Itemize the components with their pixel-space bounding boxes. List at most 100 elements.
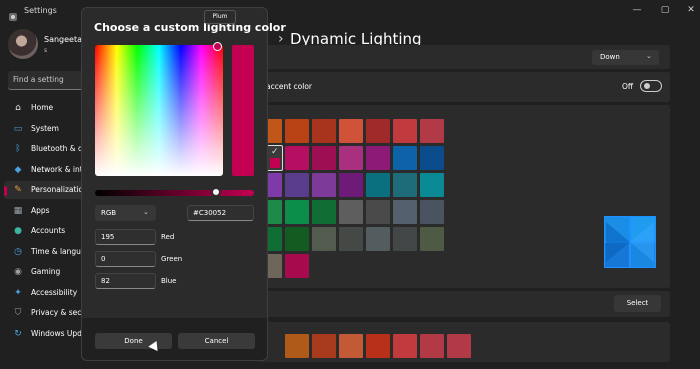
sidebar-item-label: Accounts xyxy=(31,226,66,235)
search-placeholder: Find a setting xyxy=(13,75,64,84)
sidebar-item-system[interactable]: ▭ System xyxy=(4,120,84,138)
cancel-button-label: Cancel xyxy=(204,337,229,345)
green-value: 0 xyxy=(101,255,106,263)
monitor-icon: ▭ xyxy=(13,123,23,134)
brush-icon: ✎ xyxy=(14,185,22,195)
sidebar-item-home[interactable]: ⌂ Home xyxy=(4,99,84,117)
sidebar-item-label: System xyxy=(31,123,59,133)
spectrum-thumb[interactable] xyxy=(213,42,222,51)
color-swatch[interactable] xyxy=(393,173,417,197)
color-swatch[interactable] xyxy=(312,119,336,143)
color-swatch[interactable] xyxy=(393,200,417,224)
color-swatch[interactable] xyxy=(339,119,363,143)
toggle-knob xyxy=(644,83,650,89)
value-slider-thumb[interactable] xyxy=(210,187,221,197)
blue-input[interactable]: 82 xyxy=(95,273,156,289)
sidebar-item-personalization[interactable]: ✎ Personalization xyxy=(4,181,88,199)
person-icon: ● xyxy=(14,226,22,236)
color-swatch[interactable] xyxy=(420,173,444,197)
color-swatch[interactable] xyxy=(312,146,336,170)
color-swatch[interactable] xyxy=(339,200,363,224)
red-label: Red xyxy=(161,233,175,241)
color-swatch[interactable] xyxy=(420,146,444,170)
sidebar-item-label: Accessibility xyxy=(31,287,78,297)
color-swatch[interactable] xyxy=(339,334,363,358)
sidebar-item-apps[interactable]: ▦ Apps xyxy=(4,202,84,220)
color-preview xyxy=(232,45,254,176)
toggle-state-label: Off xyxy=(622,82,634,91)
color-swatch[interactable] xyxy=(312,173,336,197)
color-mode-select[interactable]: RGB ⌄ xyxy=(95,205,156,221)
color-swatch[interactable] xyxy=(366,227,390,251)
shield-icon: ⛉ xyxy=(14,308,22,318)
color-swatch[interactable] xyxy=(393,119,417,143)
bluetooth-icon: ᛒ xyxy=(15,144,21,154)
avatar[interactable] xyxy=(8,29,38,59)
color-swatch[interactable] xyxy=(339,227,363,251)
red-input[interactable]: 195 xyxy=(95,229,156,245)
color-swatch[interactable] xyxy=(393,146,417,170)
color-spectrum[interactable] xyxy=(95,42,223,176)
sidebar-item-accounts[interactable]: ● Accounts xyxy=(4,222,84,240)
color-swatch[interactable] xyxy=(285,227,309,251)
value-slider[interactable] xyxy=(95,187,254,197)
app-title: Settings xyxy=(24,6,57,15)
color-swatch[interactable] xyxy=(312,334,336,358)
color-swatch[interactable] xyxy=(312,227,336,251)
accent-color-label: accent color xyxy=(266,82,313,91)
sidebar-item-label: Gaming xyxy=(31,267,61,276)
selected-swatch-fill xyxy=(270,158,280,168)
color-swatch[interactable] xyxy=(312,200,336,224)
maximize-icon[interactable]: ▢ xyxy=(651,2,679,18)
color-swatch[interactable] xyxy=(285,119,309,143)
sidebar-item-windows-updat[interactable]: ↻ Windows Updat xyxy=(4,325,89,343)
cancel-button[interactable]: Cancel xyxy=(178,333,255,349)
color-swatch[interactable] xyxy=(285,146,309,170)
select-button[interactable]: Select xyxy=(614,295,661,312)
accent-card xyxy=(258,72,670,102)
sidebar-item-gaming[interactable]: ◉ Gaming xyxy=(4,263,84,281)
accent-toggle[interactable] xyxy=(640,80,662,92)
color-swatch[interactable] xyxy=(339,146,363,170)
green-input[interactable]: 0 xyxy=(95,251,156,267)
blue-label: Blue xyxy=(161,277,177,285)
dialog-title: Choose a custom lighting color xyxy=(94,21,286,34)
color-swatch[interactable] xyxy=(366,200,390,224)
active-nav-indicator xyxy=(4,186,7,196)
search-input[interactable]: Find a setting xyxy=(8,71,86,90)
sidebar-item-label: Home xyxy=(31,103,54,112)
color-swatch[interactable] xyxy=(366,334,390,358)
sidebar-item-accessibility[interactable]: ✦ Accessibility xyxy=(4,284,84,302)
color-swatch[interactable] xyxy=(420,227,444,251)
color-swatch[interactable] xyxy=(285,200,309,224)
green-label: Green xyxy=(161,255,183,263)
color-swatch[interactable] xyxy=(366,119,390,143)
color-swatch[interactable] xyxy=(366,173,390,197)
color-swatch[interactable] xyxy=(447,334,471,358)
color-swatch[interactable] xyxy=(393,227,417,251)
direction-select[interactable]: Down ⌄ xyxy=(592,50,659,65)
hex-input[interactable]: #C30052 xyxy=(187,205,254,221)
color-swatch[interactable] xyxy=(393,334,417,358)
close-icon[interactable]: ✕ xyxy=(677,2,700,18)
red-value: 195 xyxy=(101,233,115,241)
color-swatch[interactable] xyxy=(285,254,309,278)
hex-value: #C30052 xyxy=(193,209,227,217)
color-swatch[interactable] xyxy=(420,200,444,224)
sidebar-item-bluetooth-devi[interactable]: ᛒ Bluetooth & devi xyxy=(4,140,94,158)
sidebar-item-privacy-securi[interactable]: ⛉ Privacy & securi xyxy=(4,304,92,322)
color-picker-dialog: Choose a custom lighting color Plum RGB … xyxy=(81,7,286,361)
clock-icon: ◷ xyxy=(14,246,22,257)
color-swatch[interactable] xyxy=(285,173,309,197)
sidebar-item-time-languag[interactable]: ◷ Time & languag xyxy=(4,243,90,261)
accessibility-icon: ✦ xyxy=(14,287,22,298)
color-swatch[interactable] xyxy=(420,334,444,358)
color-swatch[interactable] xyxy=(420,119,444,143)
color-swatch[interactable] xyxy=(285,334,309,358)
color-swatch[interactable] xyxy=(366,146,390,170)
sidebar-item-label: Apps xyxy=(31,205,50,215)
minimize-icon[interactable]: — xyxy=(623,2,651,18)
direction-select-value: Down xyxy=(600,53,620,61)
sidebar-item-network-inter[interactable]: ◆ Network & inter xyxy=(4,161,91,179)
color-swatch[interactable] xyxy=(339,173,363,197)
